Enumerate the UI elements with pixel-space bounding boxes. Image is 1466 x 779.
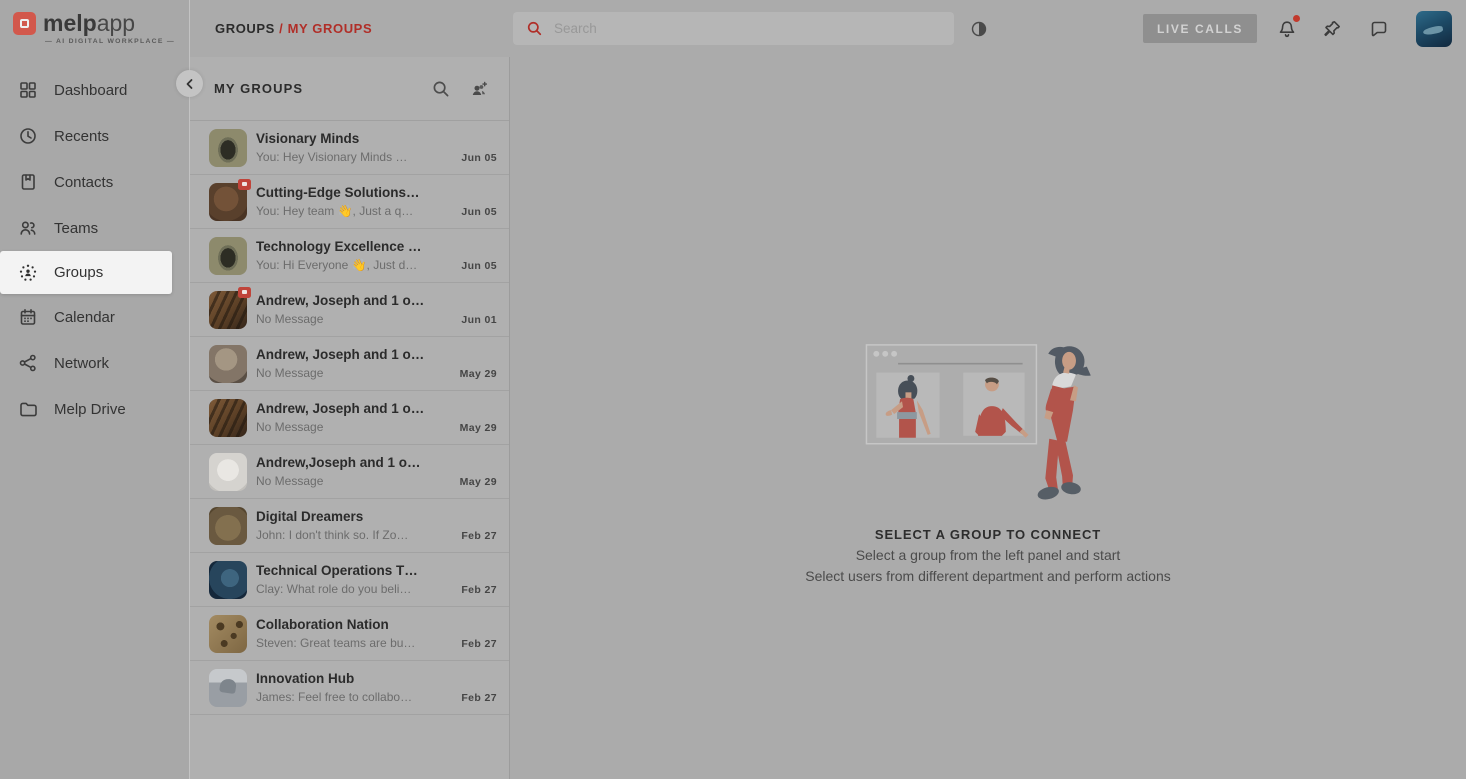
- group-row-digital-dreamers[interactable]: Digital Dreamers John: I don't think so.…: [190, 499, 509, 553]
- sidebar-item-label: Dashboard: [54, 82, 127, 99]
- group-avatar-tigers-photo: [209, 291, 247, 329]
- my-groups-panel: MY GROUPS Visionary Minds You: Hey Visio…: [190, 57, 510, 779]
- empty-state-line2: Select users from different department a…: [805, 568, 1170, 584]
- melp-app-window: melpapp — AI DIGITAL WORKPLACE — Dashboa…: [0, 0, 1466, 779]
- last-message-date: May 29: [460, 422, 497, 434]
- contacts-book-icon: [18, 172, 38, 192]
- top-bar: GROUPS / MY GROUPS LIVE CALLS: [190, 0, 1466, 57]
- last-message-date: Feb 27: [461, 692, 497, 704]
- notifications-bell-icon[interactable]: [1277, 19, 1297, 39]
- sidebar-item-calendar[interactable]: Calendar: [0, 294, 189, 340]
- theme-toggle-moon-icon[interactable]: [970, 20, 988, 38]
- group-avatar-owl-photo: [209, 237, 247, 275]
- group-list: Visionary Minds You: Hey Visionary Minds…: [190, 121, 509, 715]
- breadcrumb: GROUPS / MY GROUPS: [215, 21, 372, 36]
- sidebar-item-label: Recents: [54, 128, 109, 145]
- empty-state-illustration: [863, 337, 1113, 505]
- sidebar-item-label: Teams: [54, 220, 98, 237]
- group-avatar-seal-photo: [209, 345, 247, 383]
- last-message-date: Feb 27: [461, 530, 497, 542]
- folder-icon: [18, 399, 38, 419]
- clock-icon: [18, 126, 38, 146]
- melp-logo-icon: [13, 12, 36, 35]
- search-input[interactable]: [554, 21, 914, 36]
- last-message-date: Feb 27: [461, 584, 497, 596]
- last-message-date: May 29: [460, 476, 497, 488]
- dashboard-grid-icon: [18, 80, 38, 100]
- sidebar-item-label: Melp Drive: [54, 401, 126, 418]
- group-row-technology-excellence[interactable]: Technology Excellence … You: Hi Everyone…: [190, 229, 509, 283]
- sidebar-item-contacts[interactable]: Contacts: [0, 159, 189, 205]
- group-row-visionary-minds[interactable]: Visionary Minds You: Hey Visionary Minds…: [190, 121, 509, 175]
- group-row-andrew-joseph-3[interactable]: Andrew, Joseph and 1 o… No Message May 2…: [190, 391, 509, 445]
- last-message-date: Feb 27: [461, 638, 497, 650]
- sidebar-item-label: Calendar: [54, 309, 115, 326]
- group-avatar-owl-photo: [209, 129, 247, 167]
- group-row-andrew-joseph-1[interactable]: Andrew, Joseph and 1 o… No Message Jun 0…: [190, 283, 509, 337]
- calendar-icon: [18, 307, 38, 327]
- live-call-badge-icon: [238, 179, 251, 190]
- live-call-badge-icon: [238, 287, 251, 298]
- group-row-cutting-edge-solutions[interactable]: Cutting-Edge Solutions… You: Hey team 👋,…: [190, 175, 509, 229]
- last-message-date: Jun 05: [461, 260, 497, 272]
- my-groups-panel-header: MY GROUPS: [190, 57, 509, 121]
- last-message-date: Jun 01: [461, 314, 497, 326]
- chat-bubble-icon[interactable]: [1369, 19, 1389, 39]
- empty-state-title: SELECT A GROUP TO CONNECT: [805, 527, 1170, 542]
- last-message-date: May 29: [460, 368, 497, 380]
- app-logo[interactable]: melpapp — AI DIGITAL WORKPLACE —: [0, 0, 189, 63]
- last-message-date: Jun 05: [461, 206, 497, 218]
- sidebar-item-teams[interactable]: Teams: [0, 205, 189, 251]
- user-avatar[interactable]: [1416, 11, 1452, 47]
- logo-text: melpapp: [43, 12, 135, 35]
- pin-icon[interactable]: [1322, 19, 1342, 39]
- group-avatar-orangutan-photo: [209, 183, 247, 221]
- network-nodes-icon: [18, 353, 38, 373]
- sidebar-item-label: Groups: [54, 264, 103, 281]
- logo-tagline: — AI DIGITAL WORKPLACE —: [45, 38, 189, 45]
- groups-dots-icon: [18, 263, 38, 283]
- sidebar-item-groups[interactable]: Groups: [0, 251, 172, 294]
- sidebar-item-label: Contacts: [54, 174, 113, 191]
- breadcrumb-my-groups[interactable]: MY GROUPS: [288, 21, 373, 36]
- last-message-date: Jun 05: [461, 152, 497, 164]
- sidebar-item-network[interactable]: Network: [0, 340, 189, 386]
- group-row-technical-operations[interactable]: Technical Operations T… Clay: What role …: [190, 553, 509, 607]
- group-row-collaboration-nation[interactable]: Collaboration Nation Steven: Great teams…: [190, 607, 509, 661]
- group-avatar-leopard-photo: [209, 615, 247, 653]
- live-calls-button[interactable]: LIVE CALLS: [1143, 14, 1257, 43]
- notification-red-dot: [1293, 15, 1300, 22]
- create-group-icon[interactable]: [469, 79, 489, 99]
- sidebar-item-recents[interactable]: Recents: [0, 113, 189, 159]
- group-avatar-bear-photo: [209, 507, 247, 545]
- global-search-box[interactable]: [513, 12, 954, 45]
- group-row-andrew-joseph-4[interactable]: Andrew,Joseph and 1 o… No Message May 29: [190, 445, 509, 499]
- main-content-area: SELECT A GROUP TO CONNECT Select a group…: [510, 57, 1466, 779]
- chevron-left-icon: [184, 78, 196, 90]
- empty-state: SELECT A GROUP TO CONNECT Select a group…: [805, 337, 1170, 584]
- sidebar-nav: Dashboard Recents Contacts Teams: [0, 63, 189, 432]
- group-row-andrew-joseph-2[interactable]: Andrew, Joseph and 1 o… No Message May 2…: [190, 337, 509, 391]
- sidebar-item-melp-drive[interactable]: Melp Drive: [0, 386, 189, 432]
- empty-state-line1: Select a group from the left panel and s…: [805, 547, 1170, 563]
- collapse-panel-button[interactable]: [176, 70, 203, 97]
- group-avatar-arctic-fox-photo: [209, 453, 247, 491]
- group-row-innovation-hub[interactable]: Innovation Hub James: Feel free to colla…: [190, 661, 509, 715]
- group-avatar-shark-photo: [209, 561, 247, 599]
- panel-search-icon[interactable]: [431, 79, 451, 99]
- breadcrumb-separator: /: [279, 21, 283, 36]
- sidebar-item-dashboard[interactable]: Dashboard: [0, 67, 189, 113]
- breadcrumb-groups[interactable]: GROUPS: [215, 21, 275, 36]
- sidebar-item-label: Network: [54, 355, 109, 372]
- search-icon: [526, 20, 543, 37]
- teams-people-icon: [18, 218, 38, 238]
- group-avatar-tigers-photo: [209, 399, 247, 437]
- group-avatar-whale-photo: [209, 669, 247, 707]
- sidebar: melpapp — AI DIGITAL WORKPLACE — Dashboa…: [0, 0, 190, 779]
- panel-title: MY GROUPS: [214, 81, 431, 96]
